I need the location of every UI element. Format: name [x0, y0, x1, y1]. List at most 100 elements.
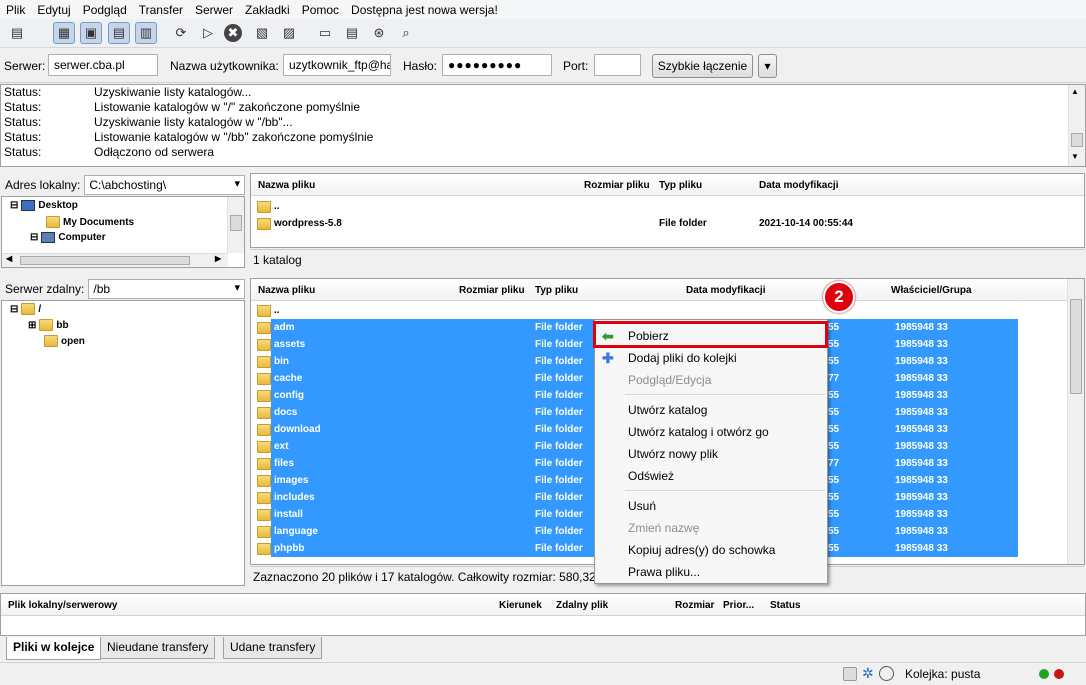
tree-node-root[interactable]: ⊟ / [10, 303, 41, 315]
menu-7[interactable]: Dostępna jest nowa wersja! [345, 3, 504, 17]
file-name: phpbb [274, 543, 305, 554]
remote-tree-icon[interactable]: ▤ [108, 22, 130, 44]
folder-icon [257, 217, 271, 230]
menu-1[interactable]: Edytuj [31, 3, 76, 17]
local-file-row[interactable]: wordpress-5.8 File folder 2021-10-14 00:55… [251, 215, 1086, 232]
tree-vscrollbar[interactable] [227, 197, 244, 253]
folder-icon [257, 525, 271, 538]
file-type: File folder [535, 407, 583, 418]
file-owner: 1985948 33 [895, 509, 948, 520]
col-name[interactable]: Nazwa pliku [258, 180, 315, 191]
filter-icon[interactable]: ▭ [314, 22, 336, 44]
context-item-6[interactable]: Utwórz nowy plik [595, 443, 827, 465]
context-item-9[interactable]: Usuń [595, 495, 827, 517]
col-direction[interactable]: Kierunek [499, 600, 542, 611]
message-log-icon[interactable]: ▦ [53, 22, 75, 44]
scroll-thumb[interactable] [1070, 299, 1082, 394]
disconnect-icon[interactable]: ▧ [251, 22, 273, 44]
col-priority[interactable]: Prior... [723, 600, 754, 611]
col-size[interactable]: Rozmiar [675, 600, 714, 611]
scroll-thumb[interactable] [230, 215, 242, 231]
tree-node-desktop[interactable]: ⊟ Desktop [10, 200, 78, 211]
col-date[interactable]: Data modyfikacji [686, 285, 765, 296]
col-date[interactable]: Data modyfikacji [759, 180, 838, 191]
tab-successful[interactable]: Udane transfery [223, 637, 323, 659]
process-queue-icon[interactable]: ▷ [197, 22, 219, 44]
tree-node-bb[interactable]: ⊞ bb [28, 319, 69, 331]
local-tree-icon[interactable]: ▣ [80, 22, 102, 44]
file-owner: 1985948 33 [895, 424, 948, 435]
site-manager-icon[interactable]: ▤ [6, 22, 28, 44]
tree-node-open[interactable]: open [44, 335, 85, 347]
host-input[interactable]: serwer.cba.pl [48, 54, 158, 76]
port-input[interactable] [594, 54, 641, 76]
remote-path-input[interactable]: /bb [88, 279, 245, 299]
add-queue-icon: ✚ [602, 350, 614, 366]
menu-3[interactable]: Transfer [133, 3, 189, 17]
file-name: .. [274, 305, 280, 316]
menu-6[interactable]: Pomoc [296, 3, 345, 17]
remote-file-row[interactable]: .. [251, 302, 1066, 319]
col-size[interactable]: Rozmiar pliku [459, 285, 525, 296]
local-path-input[interactable]: C:\abchosting\ [84, 175, 245, 195]
context-item-12[interactable]: Prawa pliku... [595, 561, 827, 583]
context-item-7[interactable]: Odśwież [595, 465, 827, 487]
context-item-11[interactable]: Kopiuj adres(y) do schowka [595, 539, 827, 561]
local-file-row[interactable]: .. [251, 198, 1086, 215]
col-type[interactable]: Typ pliku [659, 180, 702, 191]
menu-0[interactable]: Plik [0, 3, 31, 17]
computer-icon [41, 232, 56, 243]
tab-queued[interactable]: Pliki w kolejce [6, 637, 102, 660]
folder-icon [257, 474, 271, 487]
file-owner: 1985948 33 [895, 441, 948, 452]
file-type: File folder [535, 526, 583, 537]
context-item-1[interactable]: Dodaj pliki do kolejki [595, 347, 827, 369]
tree-node-computer[interactable]: ⊟ Computer [30, 232, 106, 243]
col-remote-file[interactable]: Zdalny plik [556, 600, 608, 611]
col-size[interactable]: Rozmiar pliku [584, 180, 650, 191]
col-type[interactable]: Typ pliku [535, 285, 578, 296]
menu-2[interactable]: Podgląd [77, 3, 133, 17]
context-item-5[interactable]: Utwórz katalog i otwórz go [595, 421, 827, 443]
local-list-header: Nazwa pliku Rozmiar pliku Typ pliku Data… [251, 174, 1084, 196]
file-owner: 1985948 33 [895, 390, 948, 401]
col-status[interactable]: Status [770, 600, 801, 611]
context-item-4[interactable]: Utwórz katalog [595, 399, 827, 421]
tab-failed[interactable]: Nieudane transfery [100, 637, 216, 659]
col-owner[interactable]: Właściciel/Grupa [891, 285, 972, 296]
scroll-thumb[interactable] [1071, 133, 1083, 147]
log-message: Listowanie katalogów w "/bb" zakończone … [94, 130, 374, 144]
host-label: Serwer: [4, 59, 46, 73]
compare-icon[interactable]: ▤ [341, 22, 363, 44]
quickconnect-button[interactable]: Szybkie łączenie [652, 54, 753, 78]
file-name: .. [274, 201, 280, 212]
cancel-icon[interactable]: ✖ [224, 24, 242, 42]
log-key: Status: [4, 115, 42, 129]
scroll-thumb[interactable] [20, 256, 190, 265]
menu-5[interactable]: Zakładki [239, 3, 296, 17]
gear-icon: ✲ [862, 665, 874, 681]
folder-icon [257, 423, 271, 436]
search-icon[interactable]: ⌕ [395, 22, 417, 44]
tree-hscrollbar[interactable]: ◀ ▶ [2, 253, 228, 267]
menu-4[interactable]: Serwer [189, 3, 239, 17]
local-file-list: Nazwa pliku Rozmiar pliku Typ pliku Data… [250, 173, 1085, 248]
col-name[interactable]: Nazwa pliku [258, 285, 315, 296]
menu-separator [625, 490, 825, 491]
file-permissions: 77 [828, 458, 840, 469]
remote-scrollbar[interactable] [1067, 279, 1084, 564]
log-scrollbar[interactable]: ▲ ▼ [1068, 85, 1085, 166]
reconnect-icon[interactable]: ▨ [278, 22, 300, 44]
sync-browse-icon[interactable]: ⊛ [368, 22, 390, 44]
tree-node-my-documents[interactable]: My Documents [46, 216, 134, 228]
log-message: Uzyskiwanie listy katalogów w "/bb"... [94, 115, 293, 129]
file-owner: 1985948 33 [895, 356, 948, 367]
queue-icon[interactable]: ▥ [135, 22, 157, 44]
remote-address-label: Serwer zdalny: [5, 282, 85, 296]
quickconnect-dropdown[interactable]: ▾ [758, 54, 777, 78]
col-local-remote[interactable]: Plik lokalny/serwerowy [8, 600, 118, 611]
file-type: File folder [659, 218, 707, 229]
refresh-icon[interactable]: ⟳ [170, 22, 192, 44]
password-input[interactable]: ●●●●●●●●● [442, 54, 552, 76]
user-input[interactable]: uzytkownik_ftp@ha [283, 54, 391, 76]
